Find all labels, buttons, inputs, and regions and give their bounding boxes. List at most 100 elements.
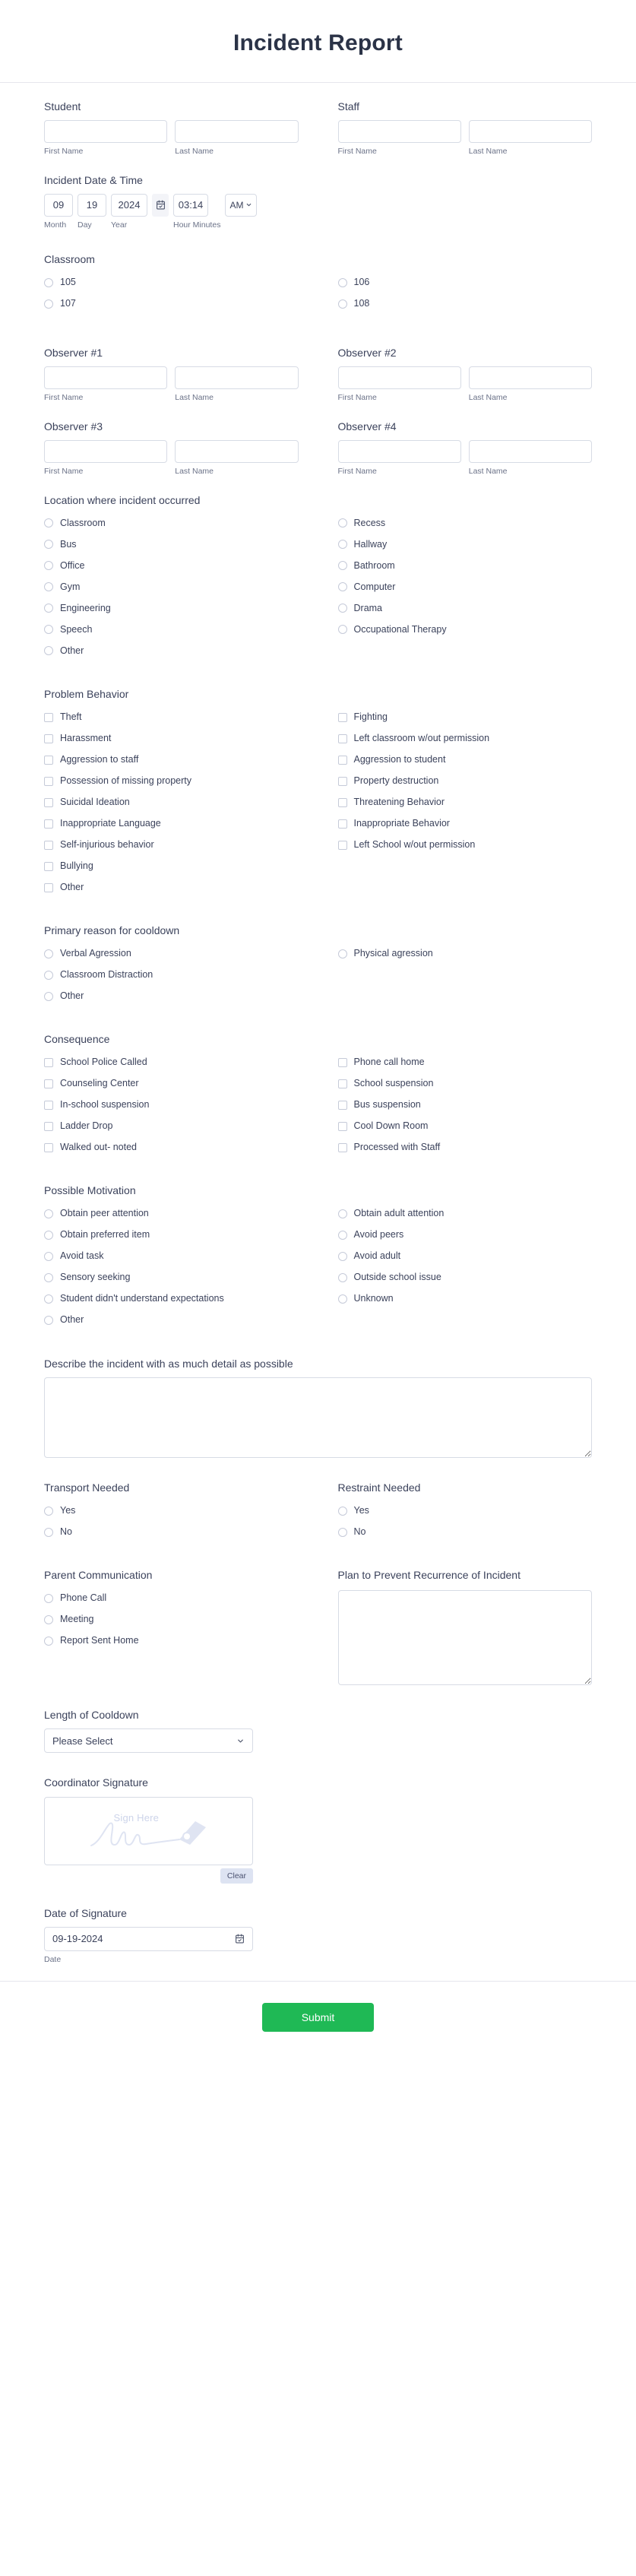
checkbox-icon[interactable] — [337, 819, 347, 829]
possible-motivation-option-other[interactable]: Other — [44, 1313, 299, 1329]
checkbox-icon[interactable] — [44, 1079, 53, 1088]
problem-behavior-option-bullying[interactable]: Bullying — [44, 858, 299, 874]
radio-icon[interactable] — [44, 991, 53, 1001]
problem-behavior-option-aggression-to-staff[interactable]: Aggression to staff — [44, 752, 299, 768]
length-of-cooldown-select[interactable]: Please Select — [44, 1728, 253, 1754]
radio-icon[interactable] — [44, 299, 53, 309]
radio-icon[interactable] — [44, 277, 53, 287]
restraint-needed-option-no[interactable]: No — [337, 1524, 593, 1540]
consequence-option-phone-call-home[interactable]: Phone call home — [337, 1054, 593, 1070]
location-option-engineering[interactable]: Engineering — [44, 600, 299, 616]
plan-prevent-textarea[interactable] — [337, 1590, 592, 1686]
cooldown-reason-option-classroom-distraction[interactable]: Classroom Distraction — [44, 967, 299, 983]
day-input[interactable]: 19 — [78, 193, 106, 217]
location-option-gym[interactable]: Gym — [44, 579, 299, 595]
checkbox-icon[interactable] — [337, 1057, 347, 1067]
possible-motivation-option-avoid-peers[interactable]: Avoid peers — [337, 1228, 593, 1244]
radio-icon[interactable] — [337, 625, 347, 635]
consequence-option-bus-suspension[interactable]: Bus suspension — [337, 1097, 593, 1113]
consequence-option-in-school-suspension[interactable]: In-school suspension — [44, 1097, 299, 1113]
parent-communication-option-phone-call[interactable]: Phone Call — [44, 1590, 299, 1606]
location-option-office[interactable]: Office — [44, 558, 299, 574]
problem-behavior-option-property-destruction[interactable]: Property destruction — [337, 773, 593, 789]
staff-first-name-input[interactable] — [337, 120, 461, 144]
observer2-last-name-input[interactable] — [468, 366, 592, 390]
checkbox-icon[interactable] — [337, 797, 347, 807]
checkbox-icon[interactable] — [44, 840, 53, 850]
location-option-recess[interactable]: Recess — [337, 515, 593, 531]
radio-icon[interactable] — [337, 604, 347, 613]
possible-motivation-option-obtain-adult-attention[interactable]: Obtain adult attention — [337, 1206, 593, 1222]
radio-icon[interactable] — [337, 277, 347, 287]
consequence-option-walked-out-noted[interactable]: Walked out- noted — [44, 1139, 299, 1155]
radio-icon[interactable] — [44, 1252, 53, 1262]
problem-behavior-option-left-classroom[interactable]: Left classroom w/out permission — [337, 730, 593, 746]
observer4-first-name-input[interactable] — [337, 440, 461, 464]
radio-icon[interactable] — [44, 1506, 53, 1516]
possible-motivation-option-student-didnt-understand[interactable]: Student didn't understand expectations — [44, 1291, 299, 1307]
describe-incident-textarea[interactable] — [44, 1377, 592, 1458]
radio-icon[interactable] — [44, 646, 53, 656]
checkbox-icon[interactable] — [44, 1142, 53, 1152]
checkbox-icon[interactable] — [44, 734, 53, 743]
time-input[interactable]: 03:14 — [173, 193, 208, 217]
checkbox-icon[interactable] — [44, 819, 53, 829]
radio-icon[interactable] — [337, 949, 347, 958]
consequence-option-processed-with-staff[interactable]: Processed with Staff — [337, 1139, 593, 1155]
checkbox-icon[interactable] — [44, 712, 53, 722]
checkbox-icon[interactable] — [337, 712, 347, 722]
problem-behavior-option-inappropriate-behavior[interactable]: Inappropriate Behavior — [337, 816, 593, 832]
student-last-name-input[interactable] — [175, 120, 299, 144]
possible-motivation-option-sensory-seeking[interactable]: Sensory seeking — [44, 1270, 299, 1286]
observer1-first-name-input[interactable] — [44, 366, 168, 390]
location-option-computer[interactable]: Computer — [337, 579, 593, 595]
parent-communication-option-report-sent-home[interactable]: Report Sent Home — [44, 1633, 299, 1649]
checkbox-icon[interactable] — [337, 1100, 347, 1110]
radio-icon[interactable] — [44, 604, 53, 613]
cooldown-reason-option-other[interactable]: Other — [44, 988, 299, 1004]
classroom-option-106[interactable]: 106 — [337, 274, 593, 290]
possible-motivation-option-avoid-adult[interactable]: Avoid adult — [337, 1249, 593, 1265]
checkbox-icon[interactable] — [337, 776, 347, 786]
checkbox-icon[interactable] — [337, 1079, 347, 1088]
radio-icon[interactable] — [337, 582, 347, 592]
radio-icon[interactable] — [337, 518, 347, 528]
checkbox-icon[interactable] — [337, 1121, 347, 1131]
observer3-last-name-input[interactable] — [175, 440, 299, 464]
radio-icon[interactable] — [337, 1252, 347, 1262]
radio-icon[interactable] — [337, 561, 347, 571]
radio-icon[interactable] — [337, 1506, 347, 1516]
radio-icon[interactable] — [44, 582, 53, 592]
consequence-option-school-suspension[interactable]: School suspension — [337, 1076, 593, 1092]
problem-behavior-option-left-school[interactable]: Left School w/out permission — [337, 837, 593, 853]
cooldown-reason-option-verbal-agression[interactable]: Verbal Agression — [44, 946, 299, 962]
clear-signature-button[interactable]: Clear — [220, 1868, 253, 1884]
observer3-first-name-input[interactable] — [44, 440, 168, 464]
radio-icon[interactable] — [44, 625, 53, 635]
location-option-classroom[interactable]: Classroom — [44, 515, 299, 531]
problem-behavior-option-aggression-to-student[interactable]: Aggression to student — [337, 752, 593, 768]
radio-icon[interactable] — [337, 1273, 347, 1283]
possible-motivation-option-unknown[interactable]: Unknown — [337, 1291, 593, 1307]
staff-last-name-input[interactable] — [468, 120, 592, 144]
cooldown-reason-option-physical-agression[interactable]: Physical agression — [337, 946, 593, 962]
possible-motivation-option-avoid-task[interactable]: Avoid task — [44, 1249, 299, 1265]
radio-icon[interactable] — [337, 1527, 347, 1537]
problem-behavior-option-fighting[interactable]: Fighting — [337, 709, 593, 725]
radio-icon[interactable] — [44, 561, 53, 571]
checkbox-icon[interactable] — [44, 776, 53, 786]
radio-icon[interactable] — [44, 1527, 53, 1537]
radio-icon[interactable] — [337, 299, 347, 309]
radio-icon[interactable] — [337, 1209, 347, 1219]
radio-icon[interactable] — [44, 1316, 53, 1326]
checkbox-icon[interactable] — [44, 861, 53, 871]
problem-behavior-option-threatening-behavior[interactable]: Threatening Behavior — [337, 794, 593, 810]
radio-icon[interactable] — [44, 1593, 53, 1603]
classroom-option-108[interactable]: 108 — [337, 296, 593, 312]
student-first-name-input[interactable] — [44, 120, 168, 144]
calendar-icon[interactable] — [235, 1934, 245, 1944]
radio-icon[interactable] — [337, 1294, 347, 1304]
problem-behavior-option-other[interactable]: Other — [44, 879, 299, 895]
parent-communication-option-meeting[interactable]: Meeting — [44, 1611, 299, 1627]
location-option-hallway[interactable]: Hallway — [337, 537, 593, 553]
